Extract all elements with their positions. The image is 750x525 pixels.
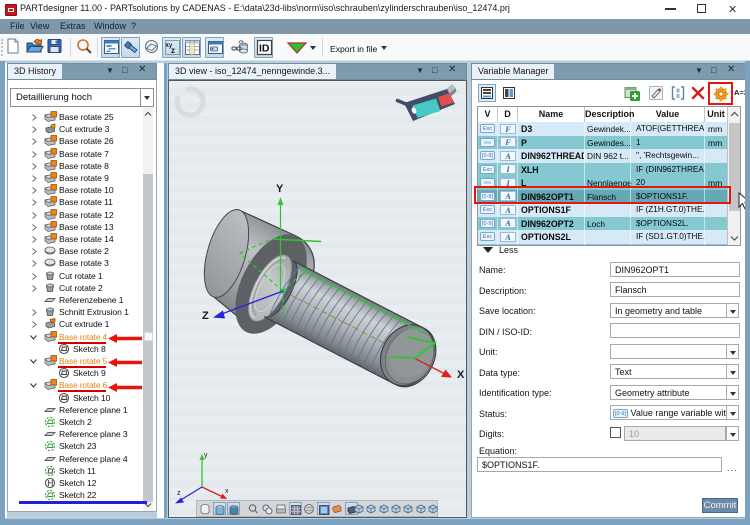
- svg-text:z: z: [177, 490, 181, 497]
- svg-text:ID: ID: [259, 43, 270, 55]
- svg-text:y: y: [204, 452, 208, 459]
- svg-text:x: x: [225, 488, 229, 495]
- svg-text:Z: Z: [202, 310, 209, 322]
- svg-text:X: X: [457, 369, 465, 381]
- svg-text:z: z: [171, 46, 175, 55]
- svg-text:Y: Y: [276, 183, 284, 195]
